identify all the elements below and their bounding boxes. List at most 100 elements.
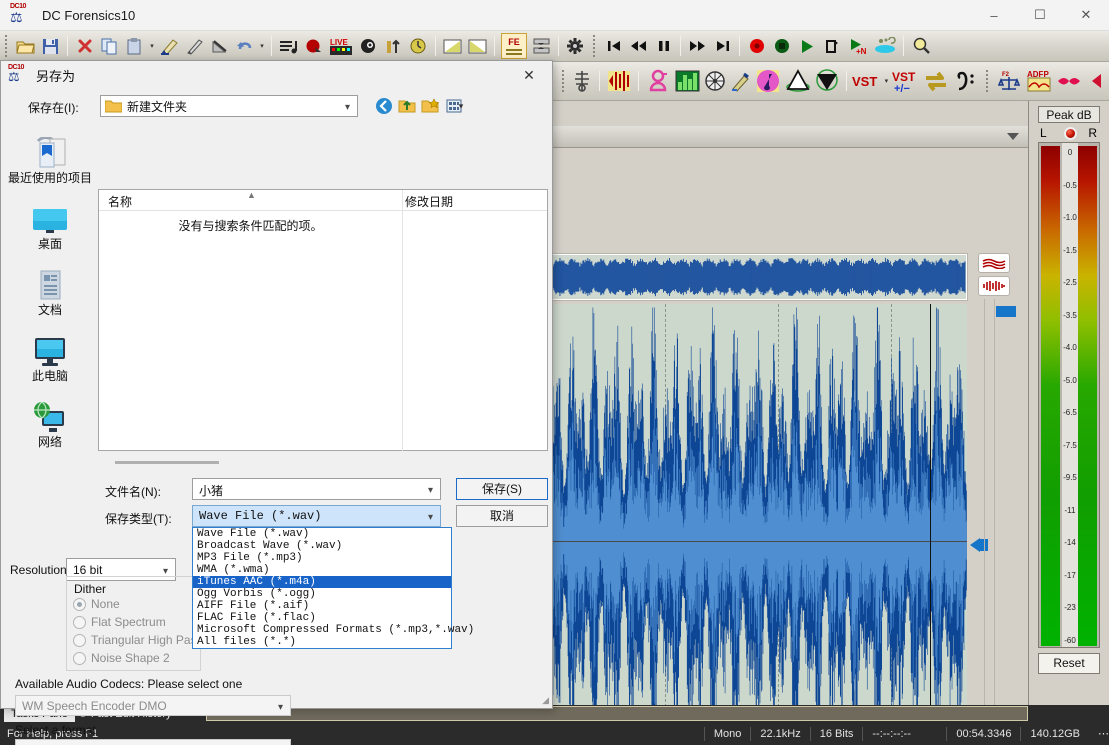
open-file-icon[interactable] xyxy=(13,34,38,59)
dither-option-noise-shape-2[interactable]: Noise Shape 2 xyxy=(73,651,170,665)
place-recent-items[interactable]: 最近使用的项目 xyxy=(6,129,94,195)
dialog-close-icon[interactable]: ✕ xyxy=(512,64,546,86)
transport-pause-icon[interactable] xyxy=(651,34,676,59)
vertical-scroll-rail-left[interactable] xyxy=(984,299,985,745)
maximize-button[interactable]: ☐ xyxy=(1017,0,1063,31)
file-type-option[interactable]: Ogg Vorbis (*.ogg) xyxy=(193,588,451,600)
selection-marker-icon[interactable] xyxy=(970,538,980,552)
speaker-left-icon[interactable] xyxy=(1084,69,1109,94)
delete-icon[interactable] xyxy=(72,34,97,59)
file-type-option[interactable]: Microsoft Compressed Formats (*.mp3,*.wa… xyxy=(193,624,451,636)
save-button[interactable]: 保存(S) xyxy=(456,478,548,500)
track-color-tab[interactable] xyxy=(996,306,1016,317)
voice-lips-icon[interactable] xyxy=(1054,69,1084,94)
timer-icon[interactable] xyxy=(406,34,431,59)
spectral-view-icon[interactable] xyxy=(869,34,899,59)
vst-add-remove-icon[interactable]: VST+/− xyxy=(891,69,921,94)
radio-icon[interactable] xyxy=(73,616,86,629)
dither-option-none[interactable]: None xyxy=(73,597,120,611)
record-spot-icon[interactable] xyxy=(301,34,326,59)
play-selection-icon[interactable]: +N xyxy=(844,34,869,59)
dialog-resize-grip[interactable]: ◢ xyxy=(542,695,549,706)
clip-indicator-icon[interactable] xyxy=(1064,127,1077,140)
column-header-name[interactable]: 名称 xyxy=(108,193,132,210)
file-type-option[interactable]: MP3 File (*.mp3) xyxy=(193,552,451,564)
spectrum-eye-icon[interactable] xyxy=(356,34,381,59)
status-resize-grip[interactable]: ⋯ xyxy=(1089,727,1109,741)
adfp-analysis-icon[interactable]: ADFP xyxy=(1024,69,1054,94)
transport-last-icon[interactable] xyxy=(710,34,735,59)
loop-play-icon[interactable] xyxy=(819,34,844,59)
zoom-magnifier-icon[interactable] xyxy=(908,34,933,59)
up-folder-button[interactable] xyxy=(395,95,419,117)
file-type-dropdown-list[interactable]: Wave File (*.wav)Broadcast Wave (*.wav)M… xyxy=(192,527,452,649)
file-type-option[interactable]: AIFF File (*.aif) xyxy=(193,600,451,612)
chevron-down-icon[interactable]: ▾ xyxy=(428,485,433,496)
file-type-option[interactable]: Wave File (*.wav) xyxy=(193,528,451,540)
fast-edit-icon[interactable]: FE xyxy=(499,34,529,59)
transport-record-icon[interactable] xyxy=(744,34,769,59)
chevron-down-icon[interactable]: ▾ xyxy=(345,102,350,113)
fade-out-icon[interactable] xyxy=(465,34,490,59)
phase-scope-icon[interactable] xyxy=(703,69,728,94)
align-tracks-icon[interactable] xyxy=(529,34,554,59)
noise-gate-icon[interactable] xyxy=(812,69,842,94)
spectral-view-button[interactable] xyxy=(978,276,1010,296)
paste-icon[interactable] xyxy=(122,34,147,59)
transport-first-icon[interactable] xyxy=(601,34,626,59)
file-type-option[interactable]: iTunes AAC (*.m4a) xyxy=(193,576,451,588)
place-documents[interactable]: 文档 xyxy=(6,261,94,327)
chevron-down-icon[interactable]: ▾ xyxy=(278,702,283,713)
transport-forward-icon[interactable] xyxy=(685,34,710,59)
back-button[interactable] xyxy=(372,95,396,117)
playhead-cursor[interactable] xyxy=(930,304,931,745)
vertical-scroll-rail-right[interactable] xyxy=(994,299,995,745)
equalizer-icon[interactable] xyxy=(673,69,703,94)
file-type-combobox[interactable]: Wave File (*.wav) ▾ xyxy=(192,505,441,527)
minimize-button[interactable]: – xyxy=(971,0,1017,31)
brush-tool-icon[interactable] xyxy=(728,69,753,94)
fade-in-icon[interactable] xyxy=(440,34,465,59)
vst-dropdown-caret[interactable]: ▾ xyxy=(881,77,891,85)
bass-clef-icon[interactable] xyxy=(951,69,981,94)
transport-stop-icon[interactable] xyxy=(769,34,794,59)
close-button[interactable]: ✕ xyxy=(1063,0,1109,31)
peak-meter-body[interactable]: 0-0.5-1.0-1.5-2.5-3.5-4.0-5.0-6.5-7.5-9.… xyxy=(1038,142,1100,648)
pitch-shift-icon[interactable] xyxy=(753,69,783,94)
mute-icon[interactable] xyxy=(207,34,232,59)
dither-option-flat-spectrum[interactable]: Flat Spectrum xyxy=(73,615,166,629)
cancel-button[interactable]: 取消 xyxy=(456,505,548,527)
codec-combobox[interactable]: WM Speech Encoder DMO ▾ xyxy=(15,695,291,716)
filter-rack-icon[interactable] xyxy=(570,69,595,94)
place-network[interactable]: 网络 xyxy=(6,393,94,459)
toolbar-grip[interactable] xyxy=(984,70,991,92)
copy-icon[interactable] xyxy=(97,34,122,59)
chevron-down-icon[interactable] xyxy=(1007,133,1019,140)
file-list[interactable]: 名称 ▲ 修改日期 没有与搜索条件匹配的项。 xyxy=(98,189,548,451)
column-header-date[interactable]: 修改日期 xyxy=(405,193,453,210)
convert-arrows-icon[interactable] xyxy=(921,69,951,94)
transport-rewind-icon[interactable] xyxy=(626,34,651,59)
radio-icon[interactable] xyxy=(73,598,86,611)
toolbar-grip[interactable] xyxy=(591,35,598,57)
format-combobox[interactable]: ▾ xyxy=(15,739,291,745)
live-mode-icon[interactable]: LIVE xyxy=(326,34,356,59)
place-desktop[interactable]: 桌面 xyxy=(6,195,94,261)
batch-process-icon[interactable] xyxy=(276,34,301,59)
file-type-option[interactable]: WMA (*.wma) xyxy=(193,564,451,576)
view-mode-caret-icon[interactable]: ▾ xyxy=(455,95,467,117)
waveform-view-button[interactable] xyxy=(978,253,1010,273)
place-this-pc[interactable]: 此电脑 xyxy=(6,327,94,393)
voice-denoise-icon[interactable] xyxy=(643,69,673,94)
declick-icon[interactable] xyxy=(157,34,182,59)
save-file-icon[interactable] xyxy=(38,34,63,59)
undo-icon[interactable] xyxy=(232,34,257,59)
radio-icon[interactable] xyxy=(73,634,86,647)
pencil-edit-icon[interactable] xyxy=(182,34,207,59)
level-up-icon[interactable] xyxy=(381,34,406,59)
file-type-option[interactable]: Broadcast Wave (*.wav) xyxy=(193,540,451,552)
save-in-combobox[interactable]: 新建文件夹 ▾ xyxy=(100,95,358,117)
chevron-down-icon[interactable]: ▾ xyxy=(428,512,433,523)
paste-dropdown-caret[interactable]: ▾ xyxy=(147,42,157,50)
radio-icon[interactable] xyxy=(73,652,86,665)
